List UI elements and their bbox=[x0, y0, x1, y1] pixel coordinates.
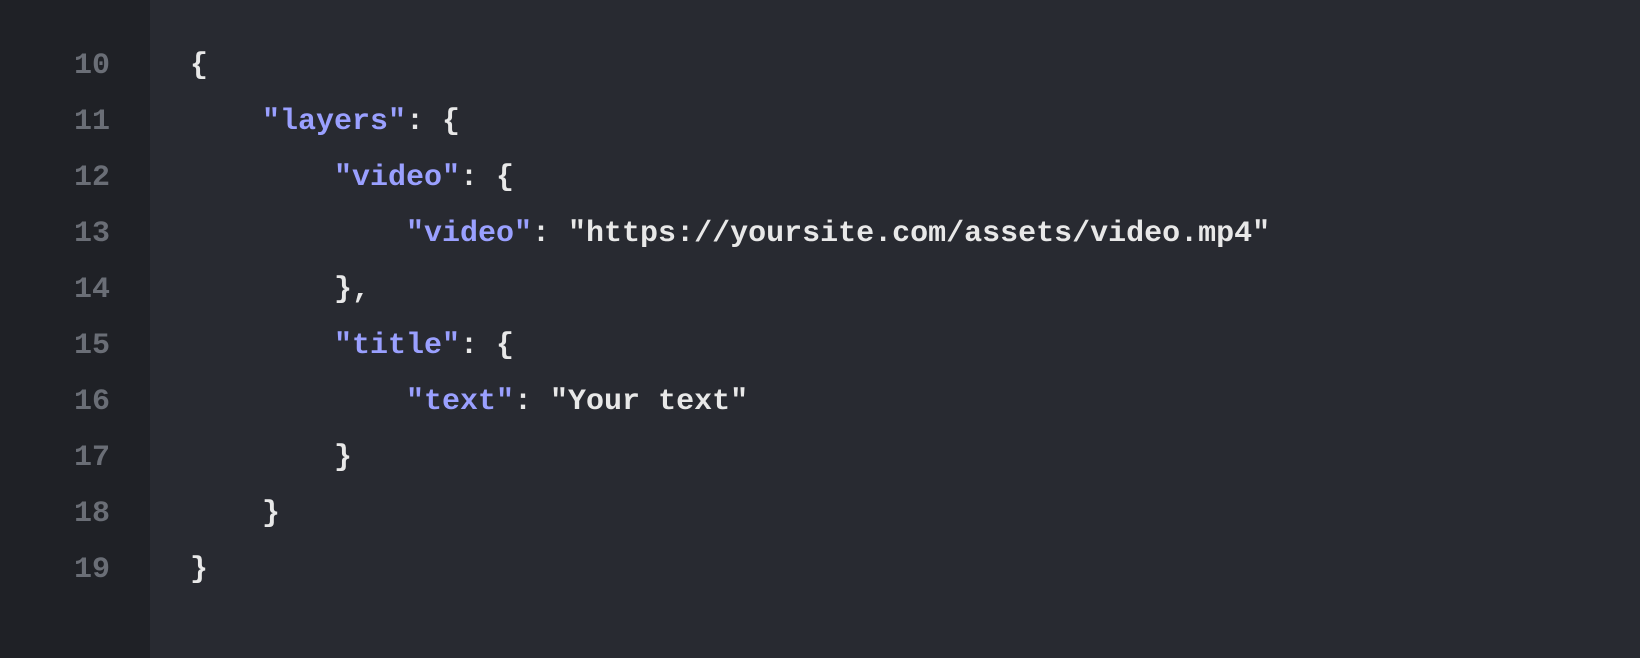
code-token-punct: : { bbox=[460, 161, 514, 195]
code-token-punct: }, bbox=[334, 273, 370, 307]
code-line: "text": "Your text" bbox=[190, 374, 1640, 430]
code-token-punct: } bbox=[262, 497, 280, 531]
line-number: 14 bbox=[0, 262, 150, 318]
line-number: 13 bbox=[0, 206, 150, 262]
code-token-punct: : { bbox=[406, 105, 460, 139]
code-token-punct: { bbox=[190, 49, 208, 83]
line-number: 12 bbox=[0, 150, 150, 206]
line-number: 18 bbox=[0, 486, 150, 542]
line-number: 10 bbox=[0, 38, 150, 94]
line-number: 19 bbox=[0, 542, 150, 598]
line-number: 17 bbox=[0, 430, 150, 486]
line-number: 11 bbox=[0, 94, 150, 150]
code-token-str: "https://yoursite.com/assets/video.mp4" bbox=[568, 217, 1270, 251]
code-line: "video": "https://yoursite.com/assets/vi… bbox=[190, 206, 1640, 262]
code-token-punct: : bbox=[514, 385, 550, 419]
code-line: "layers": { bbox=[190, 94, 1640, 150]
line-number-gutter: 10111213141516171819 bbox=[0, 0, 150, 658]
code-token-key: "layers" bbox=[262, 105, 406, 139]
code-line: } bbox=[190, 542, 1640, 598]
code-token-key: "title" bbox=[334, 329, 460, 363]
code-line: } bbox=[190, 430, 1640, 486]
code-token-punct: } bbox=[334, 441, 352, 475]
code-line: { bbox=[190, 38, 1640, 94]
code-editor: 10111213141516171819 {"layers": {"video"… bbox=[0, 0, 1640, 658]
line-number: 15 bbox=[0, 318, 150, 374]
code-token-punct: } bbox=[190, 553, 208, 587]
code-line: "title": { bbox=[190, 318, 1640, 374]
code-area[interactable]: {"layers": {"video": {"video": "https://… bbox=[150, 0, 1640, 658]
code-token-key: "video" bbox=[406, 217, 532, 251]
code-token-key: "video" bbox=[334, 161, 460, 195]
code-token-key: "text" bbox=[406, 385, 514, 419]
code-line: } bbox=[190, 486, 1640, 542]
code-line: }, bbox=[190, 262, 1640, 318]
code-line: "video": { bbox=[190, 150, 1640, 206]
code-token-punct: : bbox=[532, 217, 568, 251]
code-token-punct: : { bbox=[460, 329, 514, 363]
line-number: 16 bbox=[0, 374, 150, 430]
code-token-str: "Your text" bbox=[550, 385, 748, 419]
